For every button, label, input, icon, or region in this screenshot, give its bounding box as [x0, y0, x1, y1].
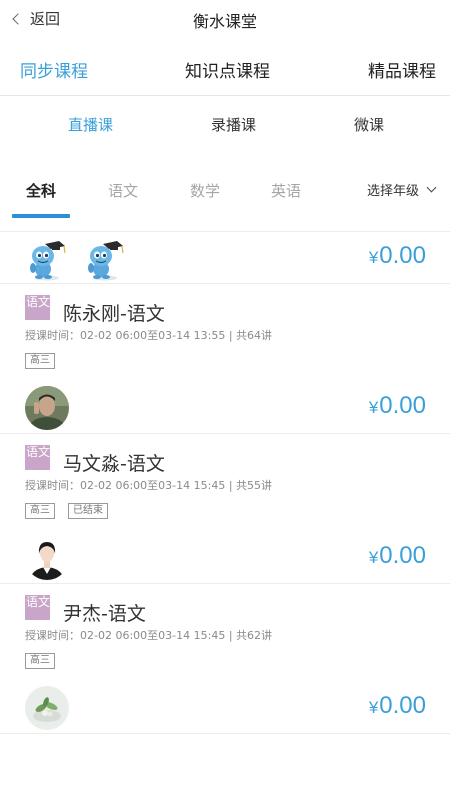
- course-price-row[interactable]: ¥0.00: [0, 232, 450, 284]
- course-card[interactable]: 语文 尹杰-语文 授课时间：02-02 06:00至03-14 15:45 | …: [0, 585, 450, 683]
- price-label: ¥0.00: [368, 692, 426, 719]
- tab-recorded[interactable]: 录播课: [211, 114, 256, 135]
- course-meta: 授课时间：02-02 06:00至03-14 15:45 | 共55讲: [25, 479, 273, 492]
- subject-tabs: 全科 语文 数学 英语 选择年级: [0, 168, 450, 232]
- tab-all-subjects[interactable]: 全科: [26, 180, 56, 201]
- course-card[interactable]: 语文 马文淼-语文 授课时间：02-02 06:00至03-14 15:45 |…: [0, 435, 450, 533]
- course-meta: 授课时间：02-02 06:00至03-14 15:45 | 共62讲: [25, 629, 273, 642]
- grade-select-label: 选择年级: [366, 184, 419, 199]
- course-title: 尹杰-语文: [63, 603, 146, 625]
- mascot-icon: [30, 241, 66, 281]
- course-title: 陈永刚-语文: [63, 303, 165, 325]
- price-label: ¥0.00: [368, 542, 426, 569]
- tab-live[interactable]: 直播课: [68, 114, 113, 135]
- mascot-icon: [88, 241, 124, 281]
- tab-knowledge-course[interactable]: 知识点课程: [185, 57, 270, 82]
- tab-micro[interactable]: 微课: [354, 114, 384, 135]
- course-tags: 高三: [25, 353, 68, 369]
- top-bar: 返回 衡水课堂: [0, 0, 450, 38]
- page-title: 衡水课堂: [192, 12, 257, 31]
- grade-tag: 高三: [25, 653, 55, 669]
- subject-badge: 语文: [25, 595, 50, 620]
- grade-tag: 高三: [25, 353, 55, 369]
- course-price-row[interactable]: ¥0.00: [0, 682, 450, 734]
- teacher-avatar: [25, 686, 69, 730]
- price-label: ¥0.00: [368, 242, 426, 269]
- course-title: 马文淼-语文: [63, 453, 165, 475]
- course-price-row[interactable]: ¥0.00: [0, 382, 450, 434]
- active-tab-underline: [12, 214, 70, 218]
- course-tags: 高三 已结束: [25, 503, 121, 519]
- teacher-avatar: [25, 386, 69, 430]
- price-label: ¥0.00: [368, 392, 426, 419]
- teacher-avatar: [25, 536, 69, 580]
- status-tag: 已结束: [68, 503, 108, 519]
- course-meta: 授课时间：02-02 06:00至03-14 13:55 | 共64讲: [25, 329, 273, 342]
- tab-sync-course[interactable]: 同步课程: [20, 57, 88, 82]
- course-tags: 高三: [25, 653, 68, 669]
- grade-tag: 高三: [25, 503, 55, 519]
- course-price-row[interactable]: ¥0.00: [0, 532, 450, 584]
- grade-select[interactable]: 选择年级: [366, 180, 437, 199]
- chevron-down-icon: [426, 182, 437, 193]
- subject-badge: 语文: [25, 445, 50, 470]
- tab-chinese[interactable]: 语文: [108, 180, 138, 201]
- course-card[interactable]: 语文 陈永刚-语文 授课时间：02-02 06:00至03-14 13:55 |…: [0, 285, 450, 383]
- mascot-avatar: [25, 238, 141, 282]
- tab-english[interactable]: 英语: [271, 180, 301, 201]
- category-tabs: 同步课程 知识点课程 精品课程: [0, 38, 450, 96]
- tab-math[interactable]: 数学: [190, 180, 220, 201]
- tab-premium-course[interactable]: 精品课程: [368, 57, 436, 82]
- subject-badge: 语文: [25, 295, 50, 320]
- type-tabs: 直播课 录播课 微课: [0, 96, 450, 156]
